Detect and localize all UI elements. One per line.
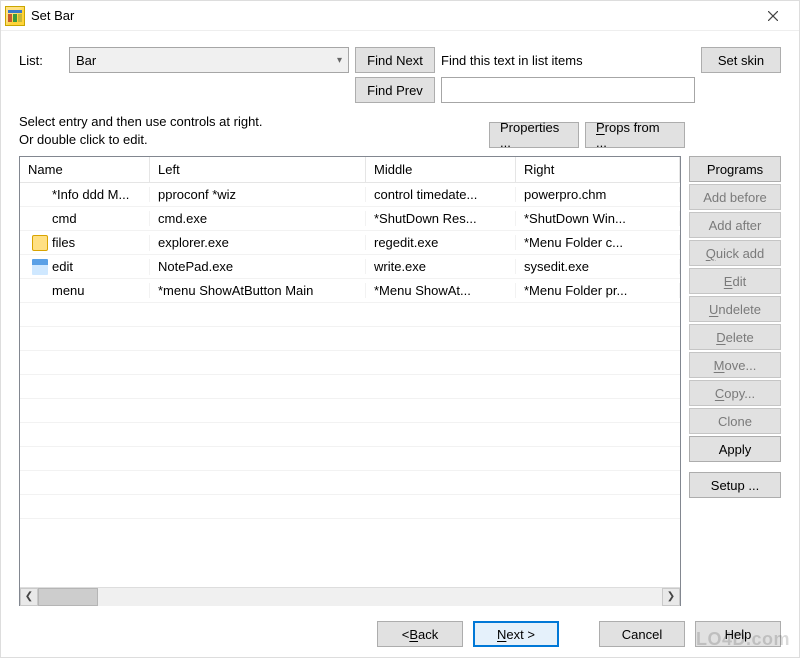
cell-name: files [20, 235, 150, 251]
setup-button[interactable]: Setup ... [689, 472, 781, 498]
cancel-button[interactable]: Cancel [599, 621, 685, 647]
move-button[interactable]: Move... [689, 352, 781, 378]
chevron-down-icon: ▾ [337, 55, 342, 66]
props-from-button[interactable]: Props from ... [585, 122, 685, 148]
app-icon [5, 6, 25, 26]
properties-button[interactable]: Properties ... [489, 122, 579, 148]
list-combobox-value: Bar [76, 53, 96, 68]
notepad-icon [32, 259, 48, 275]
entries-grid[interactable]: Name Left Middle Right *Info ddd M...ppr… [19, 156, 681, 606]
table-row [20, 423, 680, 447]
table-row[interactable]: *Info ddd M...pproconf *wizcontrol timed… [20, 183, 680, 207]
cell-right: powerpro.chm [516, 187, 680, 202]
folder-icon [32, 235, 48, 251]
next-button[interactable]: Next > [473, 621, 559, 647]
cell-left: *menu ShowAtButton Main [150, 283, 366, 298]
find-text-input[interactable] [441, 77, 695, 103]
cell-middle: write.exe [366, 259, 516, 274]
table-row [20, 471, 680, 495]
cell-left: explorer.exe [150, 235, 366, 250]
col-left[interactable]: Left [150, 157, 366, 182]
titlebar: Set Bar [1, 1, 799, 31]
table-row [20, 351, 680, 375]
table-row [20, 399, 680, 423]
cell-middle: *Menu ShowAt... [366, 283, 516, 298]
cell-right: *ShutDown Win... [516, 211, 680, 226]
list-label: List: [19, 53, 63, 68]
cell-right: sysedit.exe [516, 259, 680, 274]
quick-add-button[interactable]: Quick add [689, 240, 781, 266]
edit-button[interactable]: Edit [689, 268, 781, 294]
scroll-left-button[interactable]: ❮ [20, 588, 38, 606]
scrollbar-thumb[interactable] [38, 588, 98, 606]
grid-header: Name Left Middle Right [20, 157, 680, 183]
add-after-button[interactable]: Add after [689, 212, 781, 238]
cell-middle: regedit.exe [366, 235, 516, 250]
cell-name: cmd [20, 211, 150, 226]
instruction-line1: Select entry and then use controls at ri… [19, 113, 483, 131]
programs-button[interactable]: Programs [689, 156, 781, 182]
table-row [20, 375, 680, 399]
table-row [20, 327, 680, 351]
help-button[interactable]: Help [695, 621, 781, 647]
clone-button[interactable]: Clone [689, 408, 781, 434]
cell-name: edit [20, 259, 150, 275]
cell-name: menu [20, 283, 150, 298]
window-title: Set Bar [31, 8, 751, 23]
cell-middle: control timedate... [366, 187, 516, 202]
copy-button[interactable]: Copy... [689, 380, 781, 406]
instruction-line2: Or double click to edit. [19, 131, 483, 149]
set-skin-button[interactable]: Set skin [701, 47, 781, 73]
col-name[interactable]: Name [20, 157, 150, 182]
delete-button[interactable]: Delete [689, 324, 781, 350]
cell-left: pproconf *wiz [150, 187, 366, 202]
table-row[interactable]: filesexplorer.exeregedit.exe*Menu Folder… [20, 231, 680, 255]
back-button[interactable]: < Back [377, 621, 463, 647]
table-row[interactable]: editNotePad.exewrite.exesysedit.exe [20, 255, 680, 279]
add-before-button[interactable]: Add before [689, 184, 781, 210]
scroll-right-button[interactable]: ❯ [662, 588, 680, 606]
apply-button[interactable]: Apply [689, 436, 781, 462]
table-row [20, 303, 680, 327]
cell-left: NotePad.exe [150, 259, 366, 274]
find-prev-button[interactable]: Find Prev [355, 77, 435, 103]
cell-left: cmd.exe [150, 211, 366, 226]
cell-right: *Menu Folder c... [516, 235, 680, 250]
cell-name: *Info ddd M... [20, 187, 150, 202]
find-text-label: Find this text in list items [441, 53, 695, 68]
cell-middle: *ShutDown Res... [366, 211, 516, 226]
undelete-button[interactable]: Undelete [689, 296, 781, 322]
scrollbar-track[interactable] [38, 588, 662, 606]
close-icon [768, 11, 778, 21]
find-next-button[interactable]: Find Next [355, 47, 435, 73]
col-right[interactable]: Right [516, 157, 680, 182]
horizontal-scrollbar[interactable]: ❮ ❯ [20, 587, 680, 605]
close-button[interactable] [751, 2, 795, 30]
table-row [20, 447, 680, 471]
table-row[interactable]: cmdcmd.exe*ShutDown Res...*ShutDown Win.… [20, 207, 680, 231]
instruction-text: Select entry and then use controls at ri… [19, 113, 483, 148]
list-combobox[interactable]: Bar ▾ [69, 47, 349, 73]
table-row [20, 495, 680, 519]
cell-right: *Menu Folder pr... [516, 283, 680, 298]
col-middle[interactable]: Middle [366, 157, 516, 182]
table-row[interactable]: menu*menu ShowAtButton Main*Menu ShowAt.… [20, 279, 680, 303]
